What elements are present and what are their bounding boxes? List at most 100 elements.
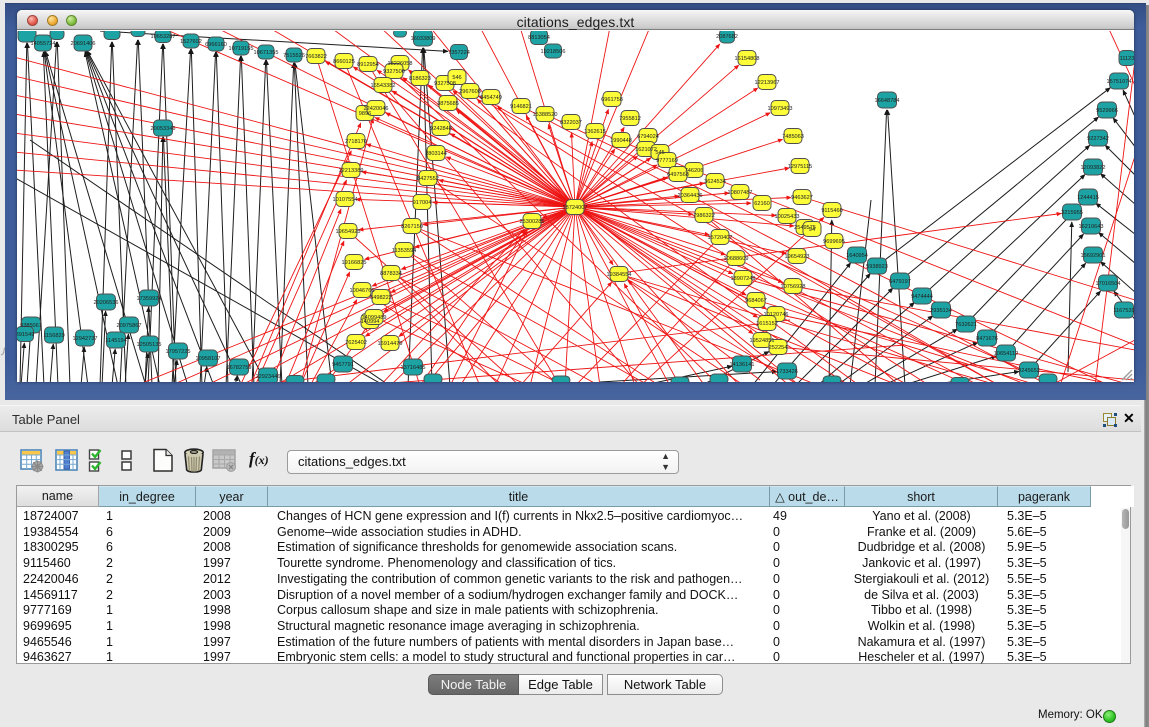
svg-text:9327500: 9327500 (383, 69, 405, 75)
svg-text:9699695: 9699695 (823, 239, 845, 245)
svg-text:14055724: 14055724 (31, 41, 56, 47)
svg-text:6966160: 6966160 (205, 42, 227, 48)
svg-text:12213389: 12213389 (339, 168, 364, 174)
svg-text:18907249: 18907249 (731, 276, 756, 282)
svg-text:391549: 391549 (17, 332, 34, 338)
svg-text:2803144: 2803144 (425, 151, 447, 157)
svg-text:19654923: 19654923 (785, 254, 810, 260)
svg-text:8322037: 8322037 (560, 120, 582, 126)
svg-text:12093822: 12093822 (1081, 165, 1106, 171)
svg-text:9115460: 9115460 (821, 208, 842, 214)
svg-text:9242848: 9242848 (430, 126, 452, 132)
svg-text:10756928: 10756928 (781, 284, 806, 290)
svg-text:10653287: 10653287 (151, 34, 176, 40)
svg-text:7986322: 7986322 (693, 213, 715, 219)
svg-text:16782759: 16782759 (227, 365, 252, 371)
svg-text:15388520: 15388520 (533, 112, 558, 118)
svg-text:9529966: 9529966 (1096, 108, 1118, 114)
svg-text:14136141: 14136141 (730, 362, 755, 368)
svg-text:25300285: 25300285 (520, 219, 545, 225)
svg-text:10688609: 10688609 (724, 256, 749, 262)
svg-text:12942737: 12942737 (73, 336, 98, 342)
svg-text:94: 94 (809, 227, 815, 233)
svg-text:1527602: 1527602 (180, 39, 202, 45)
svg-text:10671355: 10671355 (254, 50, 279, 56)
svg-text:7663822: 7663822 (305, 54, 327, 60)
svg-text:20206536: 20206536 (94, 300, 119, 306)
svg-text:9463627: 9463627 (791, 195, 813, 201)
svg-text:10654112: 10654112 (994, 351, 1018, 357)
svg-text:7955812: 7955812 (619, 116, 641, 122)
svg-text:15751074: 15751074 (1107, 79, 1132, 85)
svg-text:19166825: 19166825 (342, 260, 367, 266)
svg-text:1615152: 1615152 (756, 321, 778, 327)
svg-text:8878334: 8878334 (380, 271, 402, 277)
svg-text:9385061: 9385061 (20, 323, 42, 329)
svg-text:17359924: 17359924 (137, 296, 162, 302)
svg-text:10807487: 10807487 (728, 190, 753, 196)
svg-text:10025433: 10025433 (775, 214, 800, 220)
svg-text:12505135: 12505135 (137, 342, 162, 348)
svg-text:10107554: 10107554 (333, 197, 358, 203)
svg-text:6479197: 6479197 (889, 279, 911, 285)
svg-text:16543382: 16543382 (371, 83, 396, 89)
svg-text:8186323: 8186323 (409, 76, 431, 82)
svg-text:22420046: 22420046 (364, 106, 389, 112)
svg-text:8427552: 8427552 (417, 176, 439, 182)
svg-text:13716485: 13716485 (401, 365, 426, 371)
svg-text:9474444: 9474444 (911, 294, 933, 300)
svg-text:8813054: 8813054 (528, 35, 550, 41)
svg-text:7485063: 7485063 (782, 134, 804, 140)
svg-text:3875685: 3875685 (437, 101, 459, 107)
svg-text:8660125: 8660125 (333, 59, 355, 65)
svg-text:1640954: 1640954 (846, 253, 868, 259)
svg-text:16154808: 16154808 (735, 56, 760, 62)
svg-text:1621072: 1621072 (635, 147, 657, 153)
svg-text:18226058: 18226058 (388, 61, 413, 67)
svg-text:12975115: 12975115 (788, 164, 812, 170)
svg-text:1156829: 1156829 (43, 333, 64, 339)
svg-text:20053346: 20053346 (151, 126, 176, 132)
svg-text:1990448: 1990448 (610, 138, 632, 144)
svg-text:19524851: 19524851 (750, 338, 775, 344)
svg-text:16210643: 16210643 (1079, 224, 1104, 230)
svg-text:10120746: 10120746 (764, 312, 789, 318)
svg-text:917004: 917004 (413, 200, 432, 206)
svg-text:9777169: 9777169 (656, 158, 678, 164)
svg-text:10973493: 10973493 (768, 106, 793, 112)
svg-text:3215955: 3215955 (1061, 210, 1083, 216)
svg-text:6961758: 6961758 (601, 97, 623, 103)
svg-text:19384554: 19384554 (607, 272, 632, 278)
svg-text:1167539: 1167539 (1113, 308, 1134, 314)
svg-text:17016504: 17016504 (1096, 281, 1121, 287)
svg-text:7625402: 7625402 (345, 340, 367, 346)
svg-text:8912954: 8912954 (357, 62, 379, 68)
svg-text:16648784: 16648784 (875, 98, 900, 104)
svg-text:20975867: 20975867 (117, 323, 142, 329)
svg-text:15720407: 15720407 (708, 235, 733, 241)
svg-text:16033809: 16033809 (411, 36, 436, 42)
svg-text:2718170: 2718170 (345, 139, 367, 145)
svg-text:9457791: 9457791 (332, 362, 354, 368)
svg-text:7357224: 7357224 (448, 50, 470, 56)
svg-text:1145194: 1145194 (105, 338, 126, 344)
svg-text:7632621: 7632621 (955, 322, 977, 328)
svg-text:7515526: 7515526 (283, 53, 305, 59)
svg-text:18724007: 18724007 (563, 205, 588, 211)
svg-text:2087682: 2087682 (716, 34, 738, 40)
svg-text:1733426: 1733426 (776, 369, 798, 375)
svg-text:6794024: 6794024 (637, 134, 659, 140)
svg-text:8454749: 8454749 (480, 95, 502, 101)
svg-text:9245652: 9245652 (1018, 368, 1040, 374)
svg-text:1244415: 1244415 (1077, 195, 1099, 201)
svg-text:6497568: 6497568 (667, 172, 689, 178)
svg-text:546: 546 (452, 75, 461, 81)
svg-text:5498222: 5498222 (370, 295, 392, 301)
svg-text:3624534: 3624534 (704, 179, 726, 185)
svg-text:15692901: 15692901 (1081, 253, 1106, 259)
svg-text:16914479: 16914479 (378, 341, 403, 347)
svg-text:8267150: 8267150 (401, 224, 423, 230)
svg-text:12923446: 12923446 (256, 374, 281, 380)
svg-text:12213967: 12213967 (755, 80, 780, 86)
svg-text:5938923: 5938923 (866, 264, 888, 270)
